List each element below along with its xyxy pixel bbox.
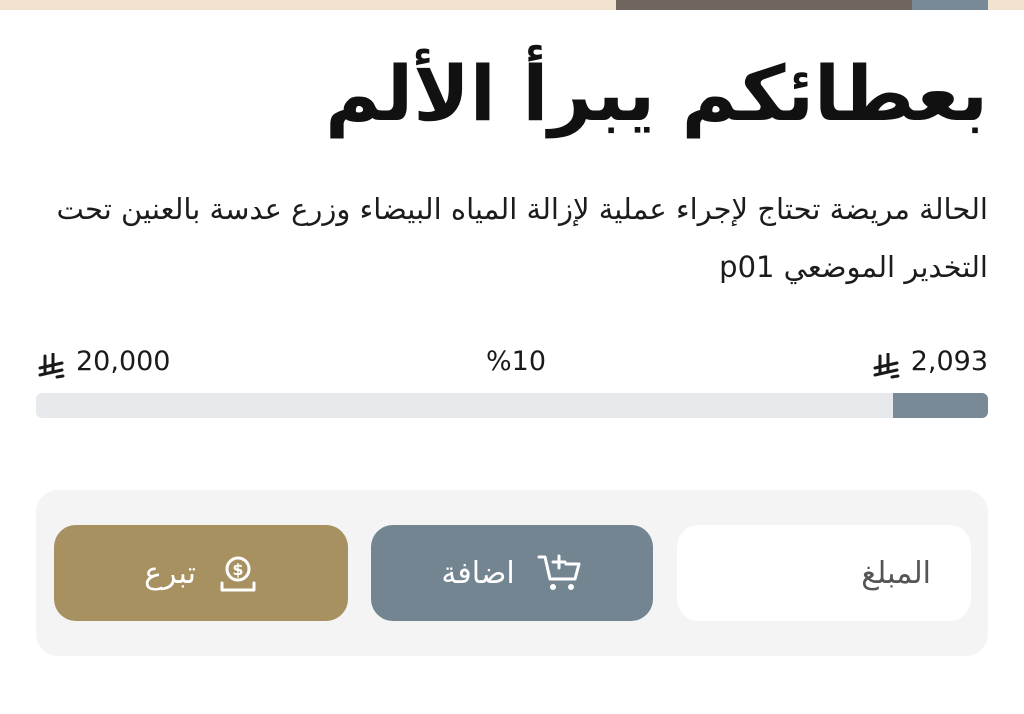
target-amount: 20,000 <box>36 340 170 384</box>
percent-label: %10 <box>486 346 547 377</box>
donate-label: تبرع <box>144 555 196 591</box>
progress-stats: 20,000 %10 2,093 <box>36 340 988 384</box>
progress-bar <box>36 393 988 418</box>
campaign-title: بعطائكم يبرأ الألم <box>325 49 988 138</box>
top-decorative-strip <box>0 0 1024 10</box>
donation-card: بعطائكم يبرأ الألم الحالة مريضة تحتاج لإ… <box>0 0 1024 714</box>
strip-segment-blue <box>912 0 988 10</box>
progress-bar-fill <box>892 393 988 418</box>
donate-icon: $ <box>218 553 258 593</box>
add-label: اضافة <box>441 555 515 591</box>
strip-segment-dark <box>616 0 912 10</box>
amount-input[interactable] <box>677 525 971 621</box>
target-value: 20,000 <box>76 346 171 377</box>
donate-button[interactable]: $ تبرع <box>54 525 348 621</box>
collected-value: 2,093 <box>910 346 988 377</box>
donation-actions-panel: $ تبرع اضافة <box>36 490 988 656</box>
campaign-description: الحالة مريضة تحتاج لإجراء عملية لإزالة ا… <box>56 192 988 284</box>
saudi-riyal-icon <box>871 349 901 379</box>
saudi-riyal-icon <box>36 349 66 379</box>
add-to-cart-button[interactable]: اضافة <box>371 525 653 621</box>
collected-amount: 2,093 <box>871 340 988 384</box>
svg-text:$: $ <box>232 560 243 579</box>
cart-plus-icon <box>537 552 583 594</box>
